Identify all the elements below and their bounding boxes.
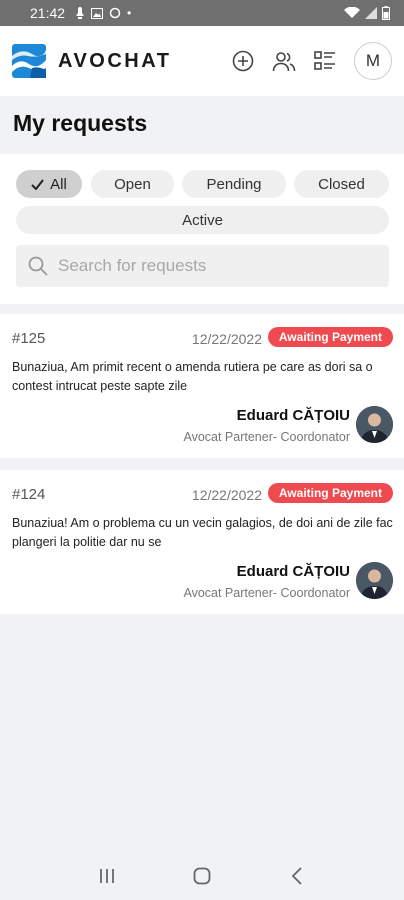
request-card[interactable]: #125 12/22/2022 Awaiting Payment Bunaziu… [0,314,404,458]
recent-apps-button[interactable] [92,861,122,891]
filter-chip-open[interactable]: Open [91,170,174,198]
back-button[interactable] [282,861,312,891]
battery-icon [382,6,390,20]
sync-icon [109,7,121,19]
request-description: Bunaziua! Am o problema cu un vecin gala… [12,514,397,552]
plus-circle-icon [232,50,254,72]
status-badge: Awaiting Payment [267,483,393,503]
wifi-icon [344,7,360,18]
home-icon [193,867,211,885]
filter-chip-label: Closed [318,175,365,193]
request-id: #124 [12,486,46,503]
status-bar: 21:42 • [0,0,404,26]
list-view-button[interactable] [313,49,337,73]
filter-chip-label: Open [114,175,151,193]
profile-avatar[interactable]: M [354,42,392,80]
lawyer-name: Eduard CĂȚOIU [236,563,350,580]
filter-chip-active[interactable]: Active [16,206,389,234]
home-button[interactable] [187,861,217,891]
request-description: Bunaziua, Am primit recent o amenda ruti… [12,358,397,396]
system-nav-bar [0,852,404,900]
lawyers-button[interactable] [272,49,296,73]
search-box [16,245,389,287]
filter-chip-closed[interactable]: Closed [294,170,389,198]
request-id: #125 [12,330,46,347]
check-icon [31,178,44,190]
filter-chip-label: All [50,175,67,193]
status-badge: Awaiting Payment [267,327,393,347]
add-request-button[interactable] [231,49,255,73]
dot-icon: • [127,6,132,20]
lawyer-name: Eduard CĂȚOIU [236,407,350,424]
app-header: AVOCHAT M [0,26,404,96]
filter-panel: All Open Pending Closed Active [0,154,404,304]
status-time: 21:42 [30,5,66,21]
filter-chip-label: Pending [206,175,262,193]
lawyer-role: Avocat Partener- Coordonator [183,430,350,444]
filter-chip-all[interactable]: All [16,170,82,198]
request-card[interactable]: #124 12/22/2022 Awaiting Payment Bunaziu… [0,470,404,614]
lawyer-avatar [356,406,393,443]
recent-apps-icon [100,869,115,883]
lawyer-role: Avocat Partener- Coordonator [183,586,350,600]
notification-icon [76,7,85,19]
back-icon [291,867,302,885]
lawyer-avatar [356,562,393,599]
filter-chip-label: Active [182,211,223,229]
page-title: My requests [13,110,148,136]
users-icon [272,52,296,72]
signal-icon [365,7,377,19]
app-brand: AVOCHAT [58,49,172,72]
request-date: 12/22/2022 [191,331,262,347]
request-date: 12/22/2022 [191,487,262,503]
filter-chip-pending[interactable]: Pending [182,170,286,198]
avochat-logo-icon [12,44,46,78]
search-icon [28,256,48,276]
gallery-icon [91,7,104,19]
search-input[interactable] [58,256,358,276]
list-icon [314,51,335,70]
